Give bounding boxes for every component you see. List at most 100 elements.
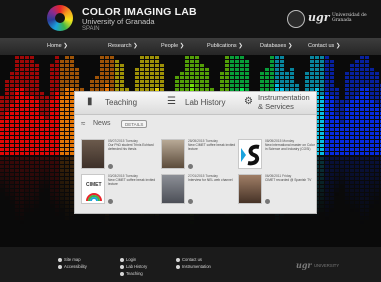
ugr-logo[interactable]: ugr <box>308 11 329 24</box>
equalizer-segment <box>325 76 329 79</box>
news-thumbnail[interactable] <box>161 139 185 169</box>
equalizer-segment <box>50 100 54 103</box>
equalizer-segment <box>45 96 49 99</box>
equalizer-reflection <box>325 165 329 168</box>
footer-link-accessibility[interactable]: Accessibility <box>58 264 87 270</box>
equalizer-reflection <box>55 193 59 196</box>
news-item[interactable]: CIMET 03/03/2015 Tuesday New CIMET coffe… <box>81 174 159 208</box>
news-details-button[interactable]: DETAILS <box>121 120 148 128</box>
equalizer-segment <box>360 68 364 71</box>
equalizer-segment <box>185 84 189 87</box>
nav-databases[interactable]: Databases ❯ <box>260 38 292 55</box>
rss-icon[interactable]: ≈ <box>81 119 85 128</box>
news-item[interactable]: 05/07/2015 Tuesday Our PhD student Trini… <box>81 139 159 173</box>
equalizer-segment <box>330 140 334 143</box>
equalizer-segment <box>60 68 64 71</box>
equalizer-reflection <box>30 205 34 208</box>
equalizer-segment <box>0 120 4 123</box>
footer-link-teaching[interactable]: Teaching <box>120 271 143 277</box>
equalizer-segment <box>365 140 369 143</box>
color-wheel-logo[interactable] <box>47 5 73 31</box>
equalizer-reflection <box>55 157 59 160</box>
equalizer-reflection <box>20 173 24 176</box>
footer-link-login[interactable]: Login <box>120 257 136 263</box>
nav-publications[interactable]: Publications ❯ <box>207 38 243 55</box>
equalizer-reflection <box>320 193 324 196</box>
equalizer-segment <box>310 76 314 79</box>
equalizer-segment <box>225 72 229 75</box>
footer-link-site-map[interactable]: Site map <box>58 257 81 263</box>
equalizer-segment <box>55 144 59 147</box>
nav-home[interactable]: Home ❯ <box>47 38 68 55</box>
equalizer-segment <box>150 60 154 63</box>
equalizer-segment <box>15 84 19 87</box>
equalizer-reflection <box>25 201 29 204</box>
equalizer-segment <box>20 136 24 139</box>
equalizer-reflection <box>15 181 19 184</box>
equalizer-segment <box>280 76 284 79</box>
news-more-icon[interactable] <box>108 164 113 169</box>
nav-research[interactable]: Research ❯ <box>108 38 138 55</box>
equalizer-segment <box>285 84 289 87</box>
equalizer-reflection <box>325 189 329 192</box>
equalizer-segment <box>105 72 109 75</box>
news-item[interactable]: 28/05/2015 Tuesday New CIMET coffee brea… <box>161 139 239 173</box>
tab-instrumentation[interactable]: ⚙ Instrumentation & Services <box>240 92 316 115</box>
equalizer-segment <box>340 104 344 107</box>
equalizer-segment <box>40 152 44 155</box>
equalizer-segment <box>320 88 324 91</box>
equalizer-segment <box>10 152 14 155</box>
equalizer-segment <box>150 72 154 75</box>
equalizer-reflection <box>55 185 59 188</box>
equalizer-reflection <box>355 193 359 196</box>
equalizer-segment <box>360 56 364 59</box>
news-thumbnail[interactable] <box>238 174 262 204</box>
equalizer-segment <box>230 56 234 59</box>
footer-link-lab-history[interactable]: Lab History <box>120 264 147 270</box>
equalizer-segment <box>370 80 374 83</box>
equalizer-segment <box>270 76 274 79</box>
tab-lab-history[interactable]: ☰ Lab History <box>163 92 233 115</box>
equalizer-reflection <box>360 185 364 188</box>
nav-people[interactable]: People ❯ <box>161 38 184 55</box>
equalizer-segment <box>10 132 14 135</box>
equalizer-segment <box>355 124 359 127</box>
news-thumbnail[interactable] <box>161 174 185 204</box>
equalizer-segment <box>60 80 64 83</box>
equalizer-segment <box>315 56 319 59</box>
equalizer-segment <box>320 136 324 139</box>
tab-teaching[interactable]: ▮ Teaching <box>75 92 149 115</box>
equalizer-segment <box>355 120 359 123</box>
news-thumbnail[interactable] <box>238 139 262 169</box>
equalizer-segment <box>280 72 284 75</box>
equalizer-segment <box>140 60 144 63</box>
equalizer-segment <box>370 140 374 143</box>
equalizer-segment <box>330 76 334 79</box>
news-thumbnail[interactable]: CIMET <box>81 174 105 204</box>
equalizer-segment <box>65 96 69 99</box>
news-item[interactable]: 27/01/2015 Tuesday Interview for NEL web… <box>161 174 239 208</box>
equalizer-segment <box>350 108 354 111</box>
news-item[interactable]: 06/05/2011 Friday CIMET recorded @ Spani… <box>238 174 316 208</box>
equalizer-reflection <box>335 185 339 188</box>
equalizer-segment <box>360 80 364 83</box>
footer-link-contact[interactable]: Contact us <box>176 257 202 263</box>
news-item[interactable]: 08/05/2015 Monday New international mast… <box>238 139 316 173</box>
equalizer-reflection <box>335 193 339 196</box>
equalizer-segment <box>195 84 199 87</box>
equalizer-segment <box>50 80 54 83</box>
news-more-icon[interactable] <box>265 199 270 204</box>
footer-link-instrumentation[interactable]: Instrumentation <box>176 264 211 270</box>
equalizer-segment <box>45 132 49 135</box>
equalizer-reflection <box>325 169 329 172</box>
news-more-icon[interactable] <box>108 199 113 204</box>
equalizer-segment <box>20 144 24 147</box>
news-thumbnail[interactable] <box>81 139 105 169</box>
equalizer-segment <box>20 72 24 75</box>
nav-contact[interactable]: Contact us ❯ <box>308 38 340 55</box>
news-more-icon[interactable] <box>188 199 193 204</box>
equalizer-segment <box>350 92 354 95</box>
footer-ugr-logo[interactable]: ugr <box>296 260 312 270</box>
news-more-icon[interactable] <box>188 164 193 169</box>
equalizer-segment <box>20 148 24 151</box>
